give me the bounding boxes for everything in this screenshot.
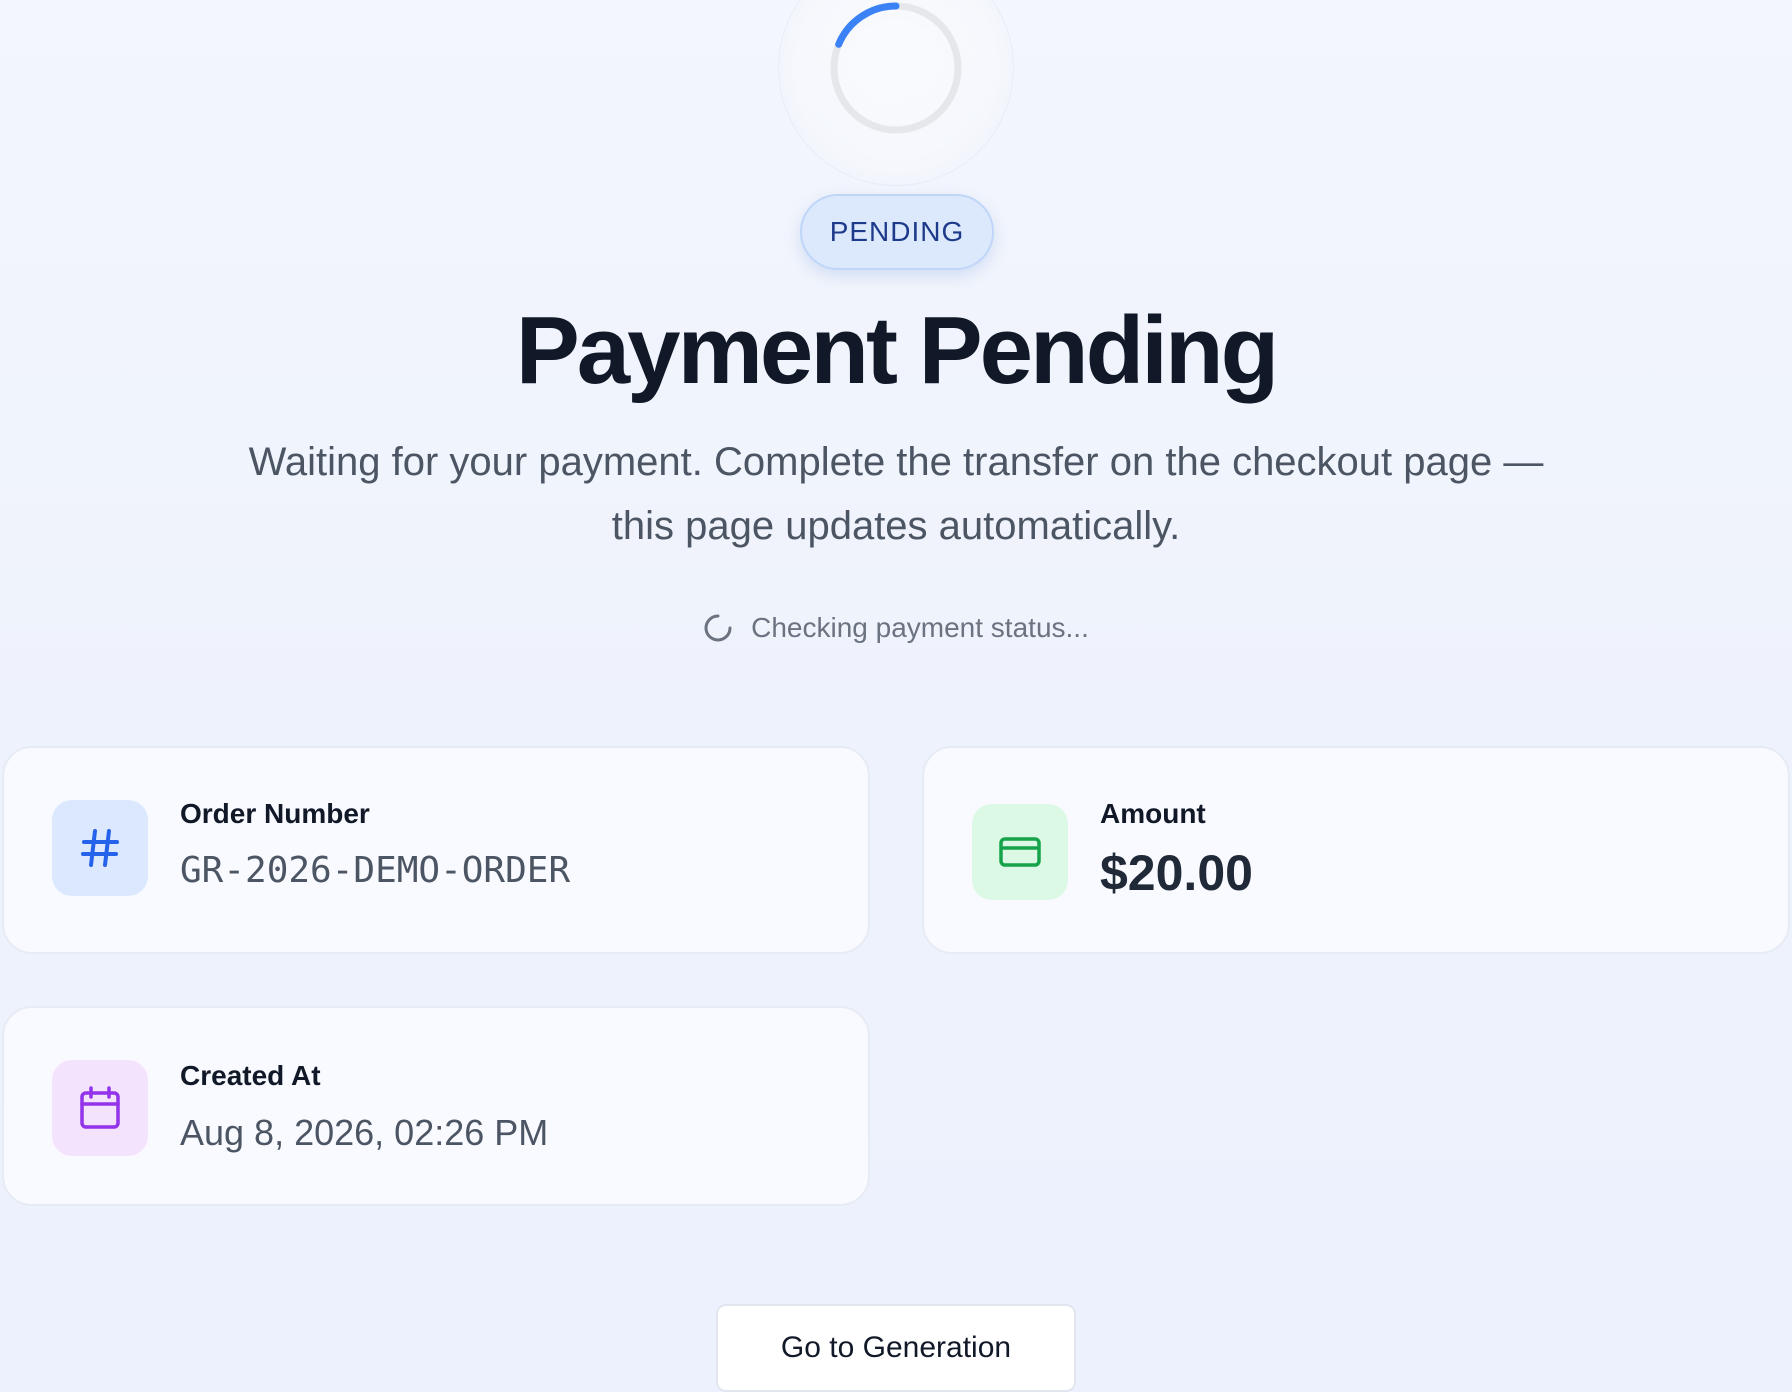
created-at-value: Aug 8, 2026, 02:26 PM xyxy=(180,1112,549,1153)
amount-card: Amount $20.00 xyxy=(922,746,1790,954)
go-to-generation-button[interactable]: Go to Generation xyxy=(716,1304,1076,1392)
order-number-card: Order Number GR-2026-DEMO-ORDER xyxy=(2,746,870,954)
amount-value: $20.00 xyxy=(1100,845,1253,901)
amount-label: Amount xyxy=(1100,798,1206,829)
calendar-icon xyxy=(52,1060,148,1156)
page-description: Waiting for your payment. Complete the t… xyxy=(248,440,1544,548)
order-number-value: GR-2026-DEMO-ORDER xyxy=(180,850,571,891)
small-spinner-icon xyxy=(704,614,732,642)
page-title: Payment Pending xyxy=(515,297,1280,404)
hash-icon xyxy=(52,800,148,896)
checking-status-text: Checking payment status... xyxy=(751,612,1089,643)
loading-spinner-icon xyxy=(830,2,962,134)
credit-card-icon xyxy=(972,804,1068,900)
status-badge: PENDING xyxy=(800,194,994,270)
order-number-label: Order Number xyxy=(180,798,370,829)
checking-status: Checking payment status... xyxy=(0,608,1792,648)
created-at-card: Created At Aug 8, 2026, 02:26 PM xyxy=(2,1006,870,1206)
created-at-label: Created At xyxy=(180,1060,321,1091)
